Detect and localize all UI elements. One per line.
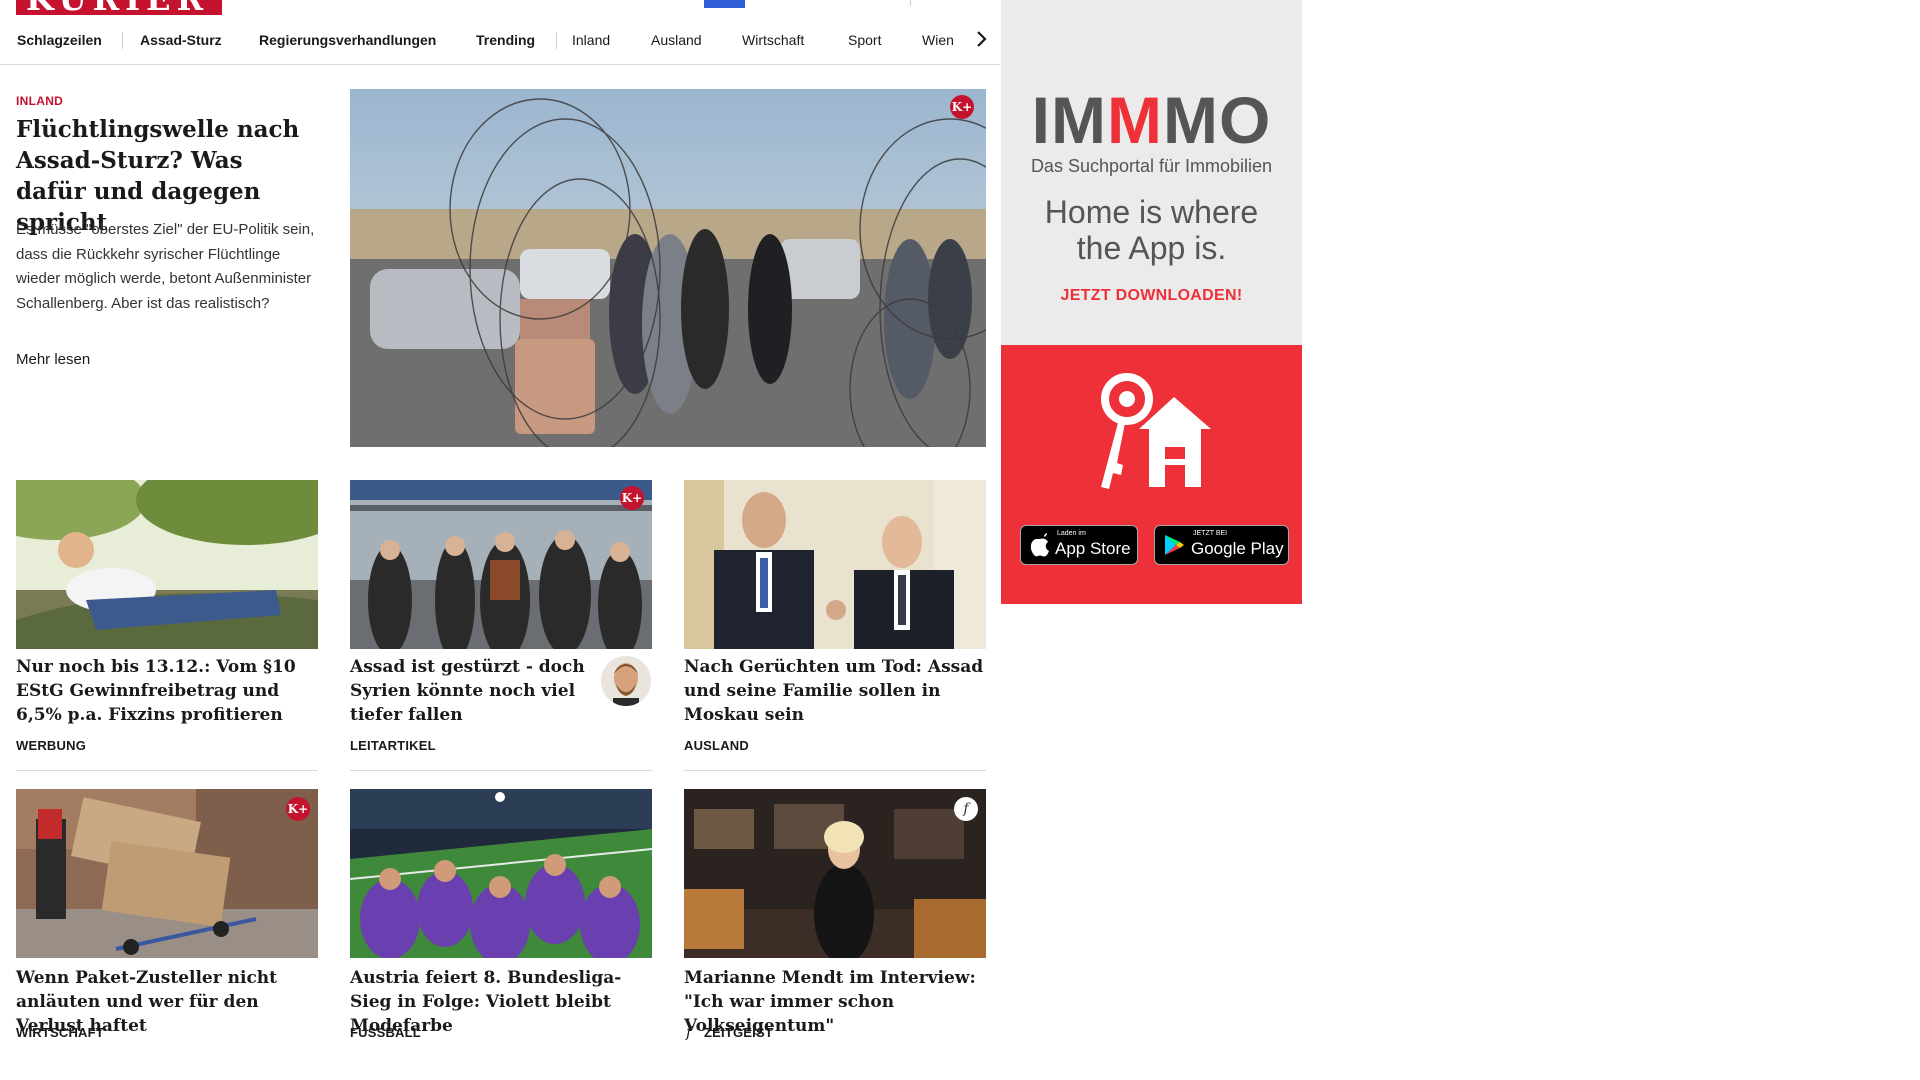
author-avatar[interactable]: [601, 656, 651, 706]
google-play-label: Google Play: [1191, 539, 1284, 558]
nav-item-wien[interactable]: Wien: [922, 32, 954, 48]
card-image[interactable]: [684, 480, 986, 649]
nav-separator: [122, 32, 123, 49]
card-kicker[interactable]: FUSSBALL: [350, 1025, 421, 1040]
nav-next-button[interactable]: [972, 26, 992, 52]
nav-item-regierungsverhandlungen[interactable]: Regierungsverhandlungen: [259, 32, 436, 48]
header-divider: [910, 0, 911, 6]
card-title[interactable]: Nur noch bis 13.12.: Vom §10 EStG Gewinn…: [16, 655, 318, 727]
ad-banner-top[interactable]: IMMMO Das Suchportal für Immobilien Home…: [1001, 0, 1302, 345]
card-kicker[interactable]: WERBUNG: [16, 738, 86, 753]
card-image[interactable]: K+: [16, 789, 318, 958]
card-title[interactable]: Assad ist gestürzt - doch Syrien könnte …: [350, 655, 586, 727]
ad-brand: IMMMO: [1031, 83, 1272, 157]
kurier-logo[interactable]: KURIER: [16, 0, 222, 15]
card-divider: [684, 770, 986, 771]
app-store-button[interactable]: Laden im App Store: [1020, 525, 1138, 565]
ad-slogan: Home is where the App is.: [1044, 194, 1259, 266]
apple-icon: [1030, 533, 1049, 557]
card-kicker[interactable]: AUSLAND: [684, 738, 749, 753]
header-active-tab[interactable]: [704, 0, 745, 8]
nav-item-wirtschaft[interactable]: Wirtschaft: [742, 32, 804, 48]
card-image[interactable]: f: [684, 789, 986, 958]
chevron-right-icon: [977, 31, 987, 47]
kfilter-icon: f: [684, 1023, 700, 1041]
ad-download-cta[interactable]: JETZT DOWNLOADEN!: [1001, 287, 1302, 305]
nav-item-trending[interactable]: Trending: [476, 32, 535, 48]
svg-text:f: f: [685, 1023, 694, 1041]
kplus-icon: K+: [286, 797, 310, 821]
card-image[interactable]: [16, 480, 318, 649]
nav-separator: [556, 32, 557, 49]
ad-banner-bottom[interactable]: Laden im App Store JETZT BEI Google Play: [1001, 345, 1302, 604]
lead-more-link[interactable]: Mehr lesen: [16, 351, 90, 368]
app-store-small-label: Laden im: [1057, 530, 1086, 537]
nav-item-assad-sturz[interactable]: Assad-Sturz: [140, 32, 222, 48]
house-key-icon: [1089, 369, 1219, 493]
kplus-icon: K+: [950, 95, 974, 119]
nav-item-inland[interactable]: Inland: [572, 32, 610, 48]
google-play-small-label: JETZT BEI: [1193, 530, 1228, 537]
card-image[interactable]: K+: [350, 480, 652, 649]
kfilter-icon: f: [954, 797, 978, 821]
ad-subtitle: Das Suchportal für Immobilien: [1030, 156, 1273, 176]
kplus-icon: K+: [620, 486, 644, 510]
card-kicker[interactable]: WIRTSCHAFT: [16, 1025, 104, 1040]
card-title[interactable]: Nach Gerüchten um Tod: Assad und seine F…: [684, 655, 986, 727]
nav-item-ausland[interactable]: Ausland: [651, 32, 702, 48]
card-kicker[interactable]: LEITARTIKEL: [350, 738, 436, 753]
lead-image[interactable]: K+: [350, 89, 986, 447]
nav-item-schlagzeilen[interactable]: Schlagzeilen: [17, 32, 102, 48]
card-kicker[interactable]: ZEITGEIST: [704, 1025, 773, 1040]
card-divider: [350, 770, 652, 771]
app-store-label: App Store: [1055, 539, 1131, 558]
topic-nav: Schlagzeilen Assad-Sturz Regierungsverha…: [0, 26, 1000, 65]
lead-teaser: Es müsse "oberstes Ziel" der EU-Politik …: [16, 221, 315, 312]
card-image[interactable]: [350, 789, 652, 958]
google-play-icon: [1165, 535, 1184, 555]
nav-item-sport[interactable]: Sport: [848, 32, 881, 48]
card-divider: [16, 770, 318, 771]
lead-kicker[interactable]: INLAND: [16, 94, 63, 108]
google-play-button[interactable]: JETZT BEI Google Play: [1154, 525, 1289, 565]
